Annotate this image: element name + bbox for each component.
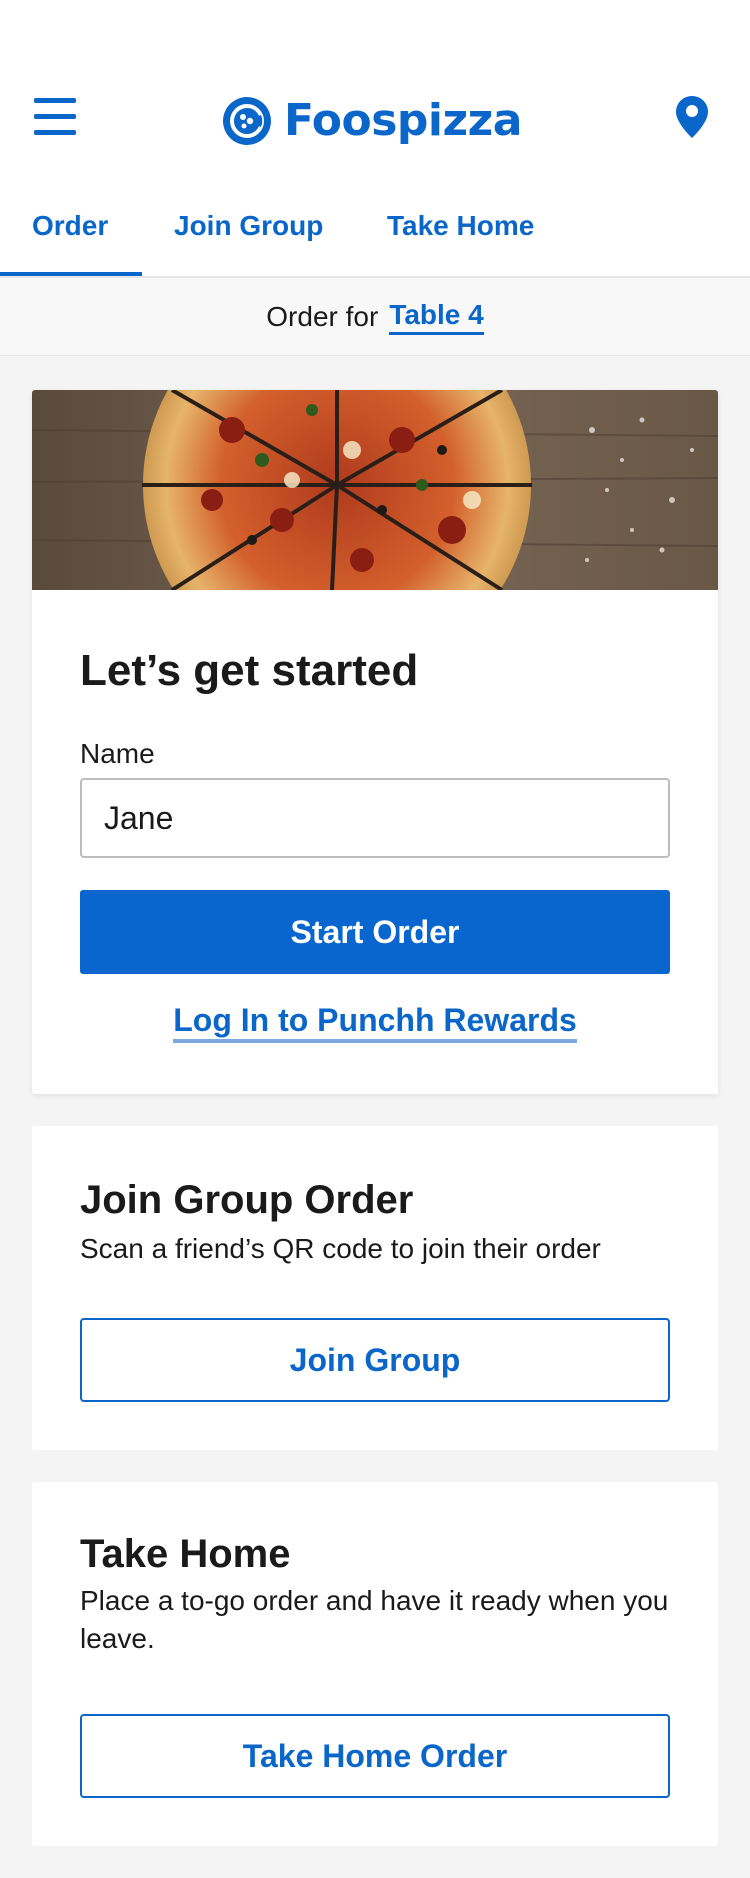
take-home-order-button[interactable]: Take Home Order [80,1714,670,1798]
take-home-description: Place a to-go order and have it ready wh… [80,1585,669,1654]
join-group-button[interactable]: Join Group [80,1318,670,1402]
start-order-button[interactable]: Start Order [80,890,670,974]
pizza-hero-image [32,390,718,590]
start-title: Let’s get started [80,646,419,695]
map-pin-icon[interactable] [676,96,708,138]
brand-logo[interactable]: Foospizza [222,94,522,148]
pizza-logo-icon [223,97,271,145]
take-home-card: Take Home Place a to-go order and have i… [32,1482,718,1846]
app-header: Foospizza Order Join Group Take Home [0,0,750,278]
name-label: Name [80,738,155,769]
join-group-card: Join Group Order Scan a friend’s QR code… [32,1126,718,1450]
tab-take-home[interactable]: Take Home [387,210,534,242]
order-for-bar: Order for Table 4 [0,278,750,356]
order-for-label: Order for [266,300,379,332]
tab-join-group[interactable]: Join Group [174,210,323,242]
tab-order[interactable]: Order [32,210,108,242]
punchh-rewards-login-link[interactable]: Log In to Punchh Rewards [173,1002,577,1043]
brand-name: Foospizza [284,95,522,146]
join-group-title: Join Group Order [80,1178,414,1222]
hamburger-menu-icon[interactable] [34,98,76,136]
rewards-link-row: Log In to Punchh Rewards [32,1002,718,1043]
join-group-description: Scan a friend’s QR code to join their or… [80,1233,601,1264]
name-input[interactable] [80,778,670,858]
start-order-card: Let’s get started Name Start Order Log I… [32,390,718,1094]
take-home-title: Take Home [80,1532,291,1576]
tab-bar: Order Join Group Take Home [0,196,750,278]
table-link[interactable]: Table 4 [389,299,484,335]
